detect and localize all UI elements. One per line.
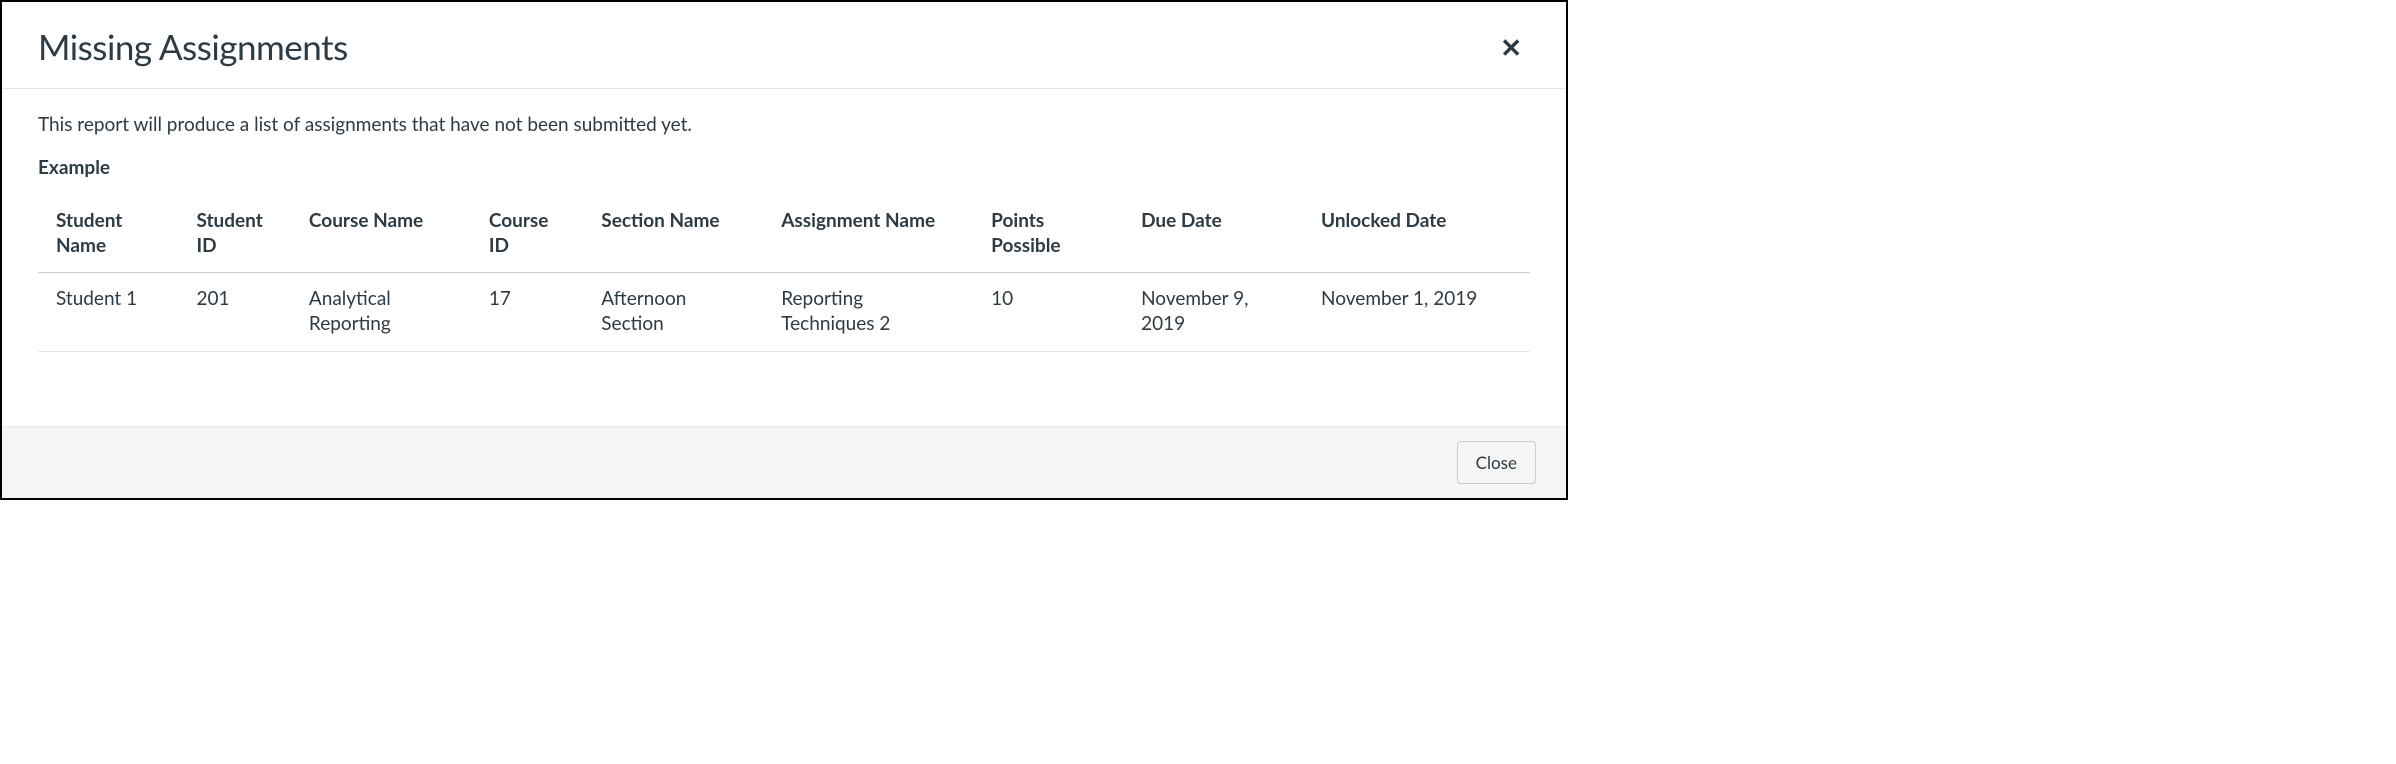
cell-course-id: 17 [473, 273, 585, 351]
header-unlocked-date: Unlocked Date [1305, 195, 1530, 273]
cell-section-name: Afternoon Section [585, 273, 765, 351]
cell-unlocked-date: November 1, 2019 [1305, 273, 1530, 351]
close-button[interactable]: Close [1457, 441, 1536, 484]
modal-footer: Close [2, 426, 1566, 498]
example-label: Example [38, 156, 1530, 179]
cell-student-name: Student 1 [38, 273, 180, 351]
modal-title: Missing Assignments [38, 26, 348, 68]
header-due-date: Due Date [1125, 195, 1305, 273]
table-row: Student 1 201 Analytical Reporting 17 Af… [38, 273, 1530, 351]
header-student-id: Student ID [180, 195, 292, 273]
cell-course-name: Analytical Reporting [293, 273, 473, 351]
cell-points-possible: 10 [975, 273, 1125, 351]
header-assignment-name: Assignment Name [765, 195, 975, 273]
report-description: This report will produce a list of assig… [38, 113, 1530, 136]
header-section-name: Section Name [585, 195, 765, 273]
header-student-name: Student Name [38, 195, 180, 273]
cell-assignment-name: Reporting Techniques 2 [765, 273, 975, 351]
close-icon[interactable]: ✕ [1492, 30, 1530, 64]
header-course-name: Course Name [293, 195, 473, 273]
cell-student-id: 201 [180, 273, 292, 351]
header-points-possible: Points Possible [975, 195, 1125, 273]
cell-due-date: November 9, 2019 [1125, 273, 1305, 351]
modal-body: This report will produce a list of assig… [2, 89, 1566, 426]
modal-header: Missing Assignments ✕ [2, 2, 1566, 89]
header-course-id: Course ID [473, 195, 585, 273]
table-header-row: Student Name Student ID Course Name Cour… [38, 195, 1530, 273]
missing-assignments-modal: Missing Assignments ✕ This report will p… [0, 0, 1568, 500]
example-table: Student Name Student ID Course Name Cour… [38, 195, 1530, 352]
